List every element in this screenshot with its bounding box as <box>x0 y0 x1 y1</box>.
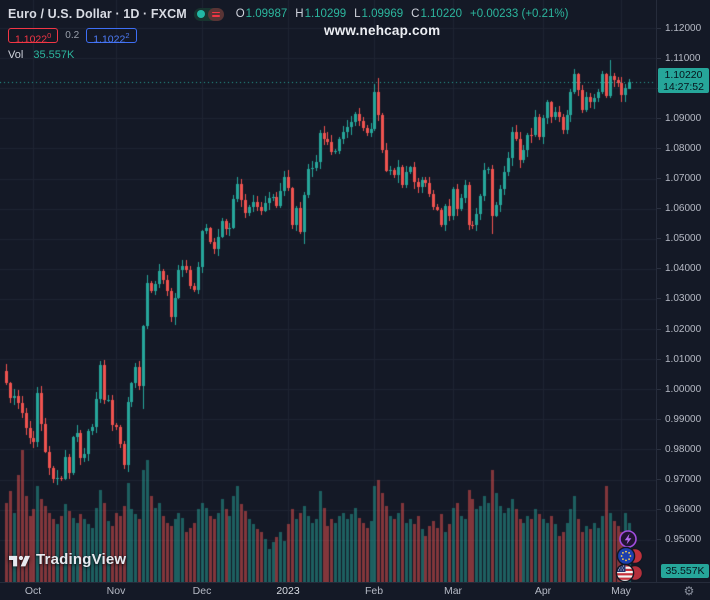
eur-flag-icon <box>617 547 642 564</box>
volume-label: Vol <box>8 49 23 61</box>
candlestick-chart-canvas[interactable] <box>0 0 656 582</box>
time-tick-label: Apr <box>535 583 551 600</box>
price-axis[interactable]: 1.10220 14:27:52 35.557K 1.12000 1.11000 1… <box>656 0 710 582</box>
spread-value: 0.2 <box>65 30 79 41</box>
chart-legend: Euro / U.S. Dollar · 1D · FXCM O1.09987 … <box>8 6 568 61</box>
buy-button[interactable]: 1.10222 <box>86 28 136 43</box>
low-value: 1.09969 <box>362 8 404 20</box>
open-value: 1.09987 <box>246 8 288 20</box>
high-label: H <box>295 8 303 20</box>
tradingview-logo[interactable]: TradingView <box>9 551 126 568</box>
price-tick-label: 0.99000 <box>665 414 701 425</box>
market-status-toggle[interactable] <box>194 8 224 21</box>
time-tick-label: Oct <box>25 583 41 600</box>
social-icon-stack[interactable] <box>604 528 648 584</box>
open-label: O <box>236 8 245 20</box>
low-label: L <box>354 8 360 20</box>
sell-button[interactable]: 1.10220 <box>8 28 58 43</box>
time-axis[interactable]: ⚙ Oct Nov Dec 2023 Feb Mar Apr May <box>0 582 710 600</box>
time-tick-label: Nov <box>107 583 126 600</box>
close-label: C <box>411 8 419 20</box>
price-tick-label: 0.96000 <box>665 504 701 515</box>
price-tick-label: 1.11000 <box>665 53 700 64</box>
ohlc-values: O1.09987 H1.10299 L1.09969 C1.10220 +0.0… <box>236 8 569 20</box>
price-tick-label: 1.08000 <box>665 143 701 154</box>
time-tick-label: Feb <box>365 583 383 600</box>
tradingview-chart-window: www.nehcap.com Euro / U.S. Dollar · 1D ·… <box>0 0 710 600</box>
time-tick-label: 2023 <box>276 583 299 600</box>
price-tick-label: 1.03000 <box>665 293 701 304</box>
price-tick-label: 1.02000 <box>665 324 701 335</box>
volume-axis-badge: 35.557K <box>661 564 709 578</box>
volume-value: 35.557K <box>33 49 74 61</box>
price-tick-label: 1.07000 <box>665 173 701 184</box>
tradingview-logo-text: TradingView <box>36 551 126 568</box>
price-tick-label: 1.00000 <box>665 384 701 395</box>
lightning-minds-icon <box>620 531 636 547</box>
time-tick-label: May <box>611 583 631 600</box>
symbol-title-row: Euro / U.S. Dollar · 1D · FXCM O1.09987 … <box>8 6 568 22</box>
price-tick-label: 1.06000 <box>665 203 701 214</box>
time-tick-label: Dec <box>193 583 212 600</box>
volume-legend: Vol 35.557K <box>8 49 568 61</box>
bid-ask-row: 1.10220 0.2 1.10222 <box>8 27 568 43</box>
tradingview-mark-icon <box>9 553 30 567</box>
price-tick-label: 1.01000 <box>665 354 701 365</box>
close-value: 1.10220 <box>420 8 462 20</box>
price-tick-label: 1.04000 <box>665 263 701 274</box>
high-value: 1.10299 <box>305 8 347 20</box>
price-tick-label: 1.09000 <box>665 113 701 124</box>
price-tick-label: 0.95000 <box>665 534 701 545</box>
usd-flag-icon <box>616 564 643 582</box>
change-value: +0.00233 (+0.21%) <box>470 8 568 20</box>
price-tick-label: 0.97000 <box>665 474 701 485</box>
last-price-badge: 1.10220 14:27:52 <box>658 68 709 93</box>
axis-settings-gear-icon[interactable]: ⚙ <box>681 583 697 600</box>
bar-countdown: 14:27:52 <box>658 81 709 93</box>
price-tick-label: 1.05000 <box>665 233 701 244</box>
indicator-list-icon <box>208 8 224 21</box>
price-tick-label: 0.98000 <box>665 444 701 455</box>
market-open-dot-icon <box>197 10 205 18</box>
symbol-title: Euro / U.S. Dollar · 1D · FXCM <box>8 7 187 21</box>
time-tick-label: Mar <box>444 583 462 600</box>
last-price-value: 1.10220 <box>658 69 709 81</box>
price-tick-label: 1.12000 <box>665 23 701 34</box>
